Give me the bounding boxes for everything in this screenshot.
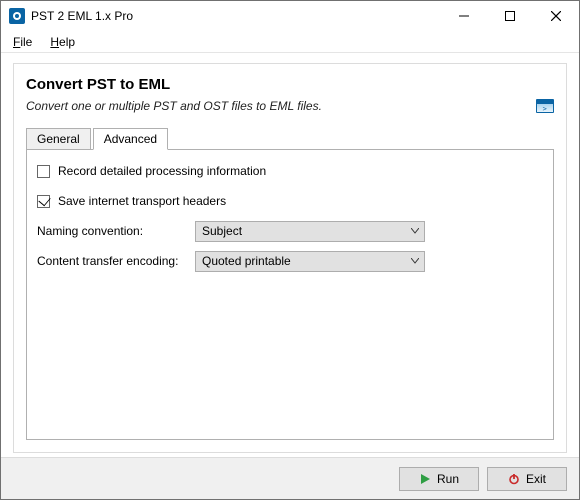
minimize-button[interactable] [441, 1, 487, 31]
dropdown-encoding[interactable]: Quoted printable [195, 251, 425, 272]
menu-help[interactable]: Help [42, 33, 83, 51]
menu-help-label-rest: elp [59, 35, 75, 49]
app-window: PST 2 EML 1.x Pro File Help Convert PST … [0, 0, 580, 500]
label-encoding: Content transfer encoding: [37, 254, 195, 268]
tabstrip: General Advanced [26, 127, 554, 149]
tab-advanced[interactable]: Advanced [93, 128, 168, 150]
dropdown-encoding-value: Quoted printable [202, 254, 406, 268]
label-naming: Naming convention: [37, 224, 195, 238]
menubar: File Help [1, 31, 579, 53]
menu-file-label-rest: ile [20, 35, 32, 49]
chevron-down-icon [406, 228, 424, 234]
maximize-button[interactable] [487, 1, 533, 31]
power-icon [508, 473, 520, 485]
chevron-down-icon [406, 258, 424, 264]
run-button-label: Run [437, 472, 459, 486]
tab-general[interactable]: General [26, 128, 91, 150]
dropdown-naming[interactable]: Subject [195, 221, 425, 242]
row-save-headers: Save internet transport headers [37, 190, 543, 212]
play-icon [419, 473, 431, 485]
titlebar[interactable]: PST 2 EML 1.x Pro [1, 1, 579, 31]
checkbox-record-detailed[interactable] [37, 165, 50, 178]
footer: Run Exit [1, 457, 579, 499]
tabpage-advanced: Record detailed processing information S… [26, 149, 554, 440]
panel-subtitle: Convert one or multiple PST and OST file… [26, 99, 536, 113]
label-record-detailed: Record detailed processing information [58, 164, 266, 178]
window-title: PST 2 EML 1.x Pro [31, 9, 133, 23]
app-icon [9, 8, 25, 24]
dropdown-naming-value: Subject [202, 224, 406, 238]
panel-title: Convert PST to EML [26, 76, 554, 93]
row-encoding: Content transfer encoding: Quoted printa… [37, 250, 543, 272]
main-panel: Convert PST to EML Convert one or multip… [13, 63, 567, 453]
label-save-headers: Save internet transport headers [58, 194, 226, 208]
window-controls [441, 1, 579, 31]
content-area: Convert PST to EML Convert one or multip… [1, 53, 579, 457]
row-naming: Naming convention: Subject [37, 220, 543, 242]
close-button[interactable] [533, 1, 579, 31]
run-button[interactable]: Run [399, 467, 479, 491]
exit-button[interactable]: Exit [487, 467, 567, 491]
row-record-detailed: Record detailed processing information [37, 160, 543, 182]
menu-file[interactable]: File [5, 33, 40, 51]
exit-button-label: Exit [526, 472, 546, 486]
console-icon[interactable] [536, 99, 554, 113]
checkbox-save-headers[interactable] [37, 195, 50, 208]
